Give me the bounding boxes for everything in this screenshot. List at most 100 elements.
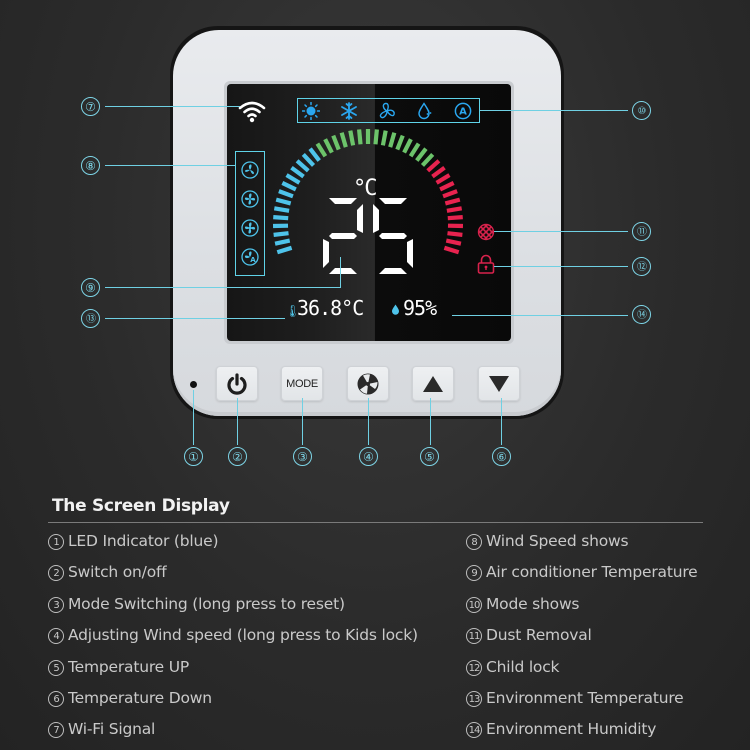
gauge-segment-red: [443, 245, 460, 255]
callout-line-13: [105, 318, 285, 319]
setpoint-temperature-display: [323, 198, 413, 274]
gauge-segment-blue: [308, 147, 321, 162]
legend-item-number: 13: [466, 691, 482, 707]
callout-line-10: [480, 110, 628, 111]
callout-line-9-vertical: [340, 257, 341, 288]
legend-item-number: 12: [466, 659, 482, 676]
legend-item-number: 4: [48, 628, 64, 645]
callout-number-8: ⑧: [81, 156, 100, 175]
legend-item-text: Switch on/off: [68, 563, 167, 582]
legend-item-number: 10: [466, 596, 482, 613]
triangle-down-icon: [489, 375, 509, 392]
legend-item-14: 14 Environment Humidity: [466, 720, 657, 739]
gauge-segment-green: [380, 130, 388, 146]
legend-item-text: Wind Speed shows: [486, 532, 629, 550]
legend-item-text: Temperature UP: [68, 657, 190, 676]
mode-button[interactable]: MODE: [281, 366, 323, 401]
callout-line-9: [105, 287, 340, 288]
legend-item-text: Air conditioner Temperature: [486, 563, 698, 582]
digit-segment: [379, 268, 407, 274]
gauge-segment-green: [331, 134, 341, 151]
legend-item-number: 3: [48, 596, 64, 613]
gauge-segment-red: [435, 173, 451, 185]
fan-speed-button[interactable]: [347, 366, 389, 401]
gauge-segment-blue: [285, 173, 301, 185]
gauge-segment-green: [348, 130, 356, 146]
legend-item-9: 9 Air conditioner Temperature: [466, 563, 698, 582]
callout-number-11: ⑪: [632, 222, 651, 241]
gauge-segment-green: [339, 132, 348, 148]
legend-item-text: Dust Removal: [486, 626, 592, 645]
callout-number-7: ⑦: [81, 97, 100, 116]
gauge-segment-green: [408, 142, 421, 158]
power-icon: [227, 372, 247, 395]
legend-item-number: 14: [466, 722, 482, 739]
legend-item-number: 8: [466, 534, 482, 550]
legend-item-text: Environment Humidity: [486, 720, 657, 739]
callout-line-2: [237, 398, 238, 445]
gauge-segment-blue: [273, 231, 289, 237]
callout-number-3: ③: [293, 447, 312, 466]
gauge-segment-green: [388, 132, 397, 148]
temperature-up-button[interactable]: [412, 366, 454, 401]
gauge-segment-green: [373, 129, 379, 145]
callout-number-1: ①: [184, 447, 203, 466]
fan-icon: [357, 373, 379, 394]
legend-item-8: 8 Wind Speed shows: [466, 532, 629, 550]
power-button[interactable]: [216, 366, 258, 401]
legend-item-number: 5: [48, 659, 64, 676]
legend-item-text: LED Indicator (blue): [68, 532, 219, 550]
triangle-up-icon: [423, 375, 443, 392]
callout-number-12: ⑫: [632, 257, 651, 276]
digit-segment: [407, 239, 413, 268]
callout-number-9: ⑨: [81, 278, 100, 297]
gauge-segment-blue: [278, 189, 294, 199]
legend-item-10: 10 Mode shows: [466, 595, 579, 613]
child-lock-icon: [477, 254, 495, 274]
legend-item-text: Mode shows: [486, 594, 580, 613]
mode-button-label: MODE: [286, 377, 318, 390]
gauge-segment-green: [420, 153, 435, 167]
gauge-segment-red: [439, 181, 455, 192]
gauge-segment-green: [315, 142, 328, 158]
callout-number-10: ⑩: [632, 101, 651, 120]
gauge-segment-red: [445, 238, 462, 246]
legend-item-text: Mode Switching (long press to reset): [68, 594, 345, 613]
led-indicator: [190, 381, 197, 388]
legend-title: The Screen Display: [52, 496, 230, 516]
temperature-down-button[interactable]: [478, 366, 520, 401]
legend-item-13: 13 Environment Temperature: [466, 689, 684, 707]
callout-number-4: ④: [359, 447, 378, 466]
gauge-segment-green: [402, 138, 413, 154]
callout-line-8: [105, 165, 235, 166]
legend-item-number: 6: [48, 691, 64, 707]
gauge-segment-red: [447, 215, 463, 221]
digit-segment: [329, 233, 357, 239]
legend-item-4: 4 Adjusting Wind speed (long press to Kid…: [48, 626, 418, 645]
callout-number-2: ②: [228, 447, 247, 466]
gauge-segment-blue: [290, 166, 305, 179]
legend-item-text: Environment Temperature: [486, 689, 684, 707]
digit-segment: [329, 198, 357, 204]
humidity-droplet-icon: [392, 304, 399, 315]
gauge-segment-red: [447, 231, 463, 237]
gauge-segment-blue: [281, 181, 297, 192]
digit-segment: [373, 204, 379, 233]
callout-line-11: [494, 231, 628, 232]
callout-line-12: [494, 266, 628, 267]
legend-item-7: 7 Wi-Fi Signal: [48, 720, 155, 739]
gauge-segment-blue: [273, 215, 289, 221]
callout-number-5: ⑤: [420, 447, 439, 466]
callout-line-6: [501, 398, 502, 445]
legend-item-number: 1: [48, 534, 64, 550]
digit-segment: [379, 233, 407, 239]
gauge-segment-blue: [295, 159, 310, 173]
callout-number-13: ⑬: [81, 309, 100, 328]
gauge-segment-green: [323, 138, 334, 154]
legend-item-text: Temperature Down: [68, 689, 212, 707]
gauge-segment-red: [426, 159, 441, 173]
digit-segment: [357, 204, 363, 233]
gauge-segment-blue: [276, 245, 293, 255]
callout-line-14: [452, 315, 628, 316]
gauge-segment-green: [415, 147, 428, 162]
